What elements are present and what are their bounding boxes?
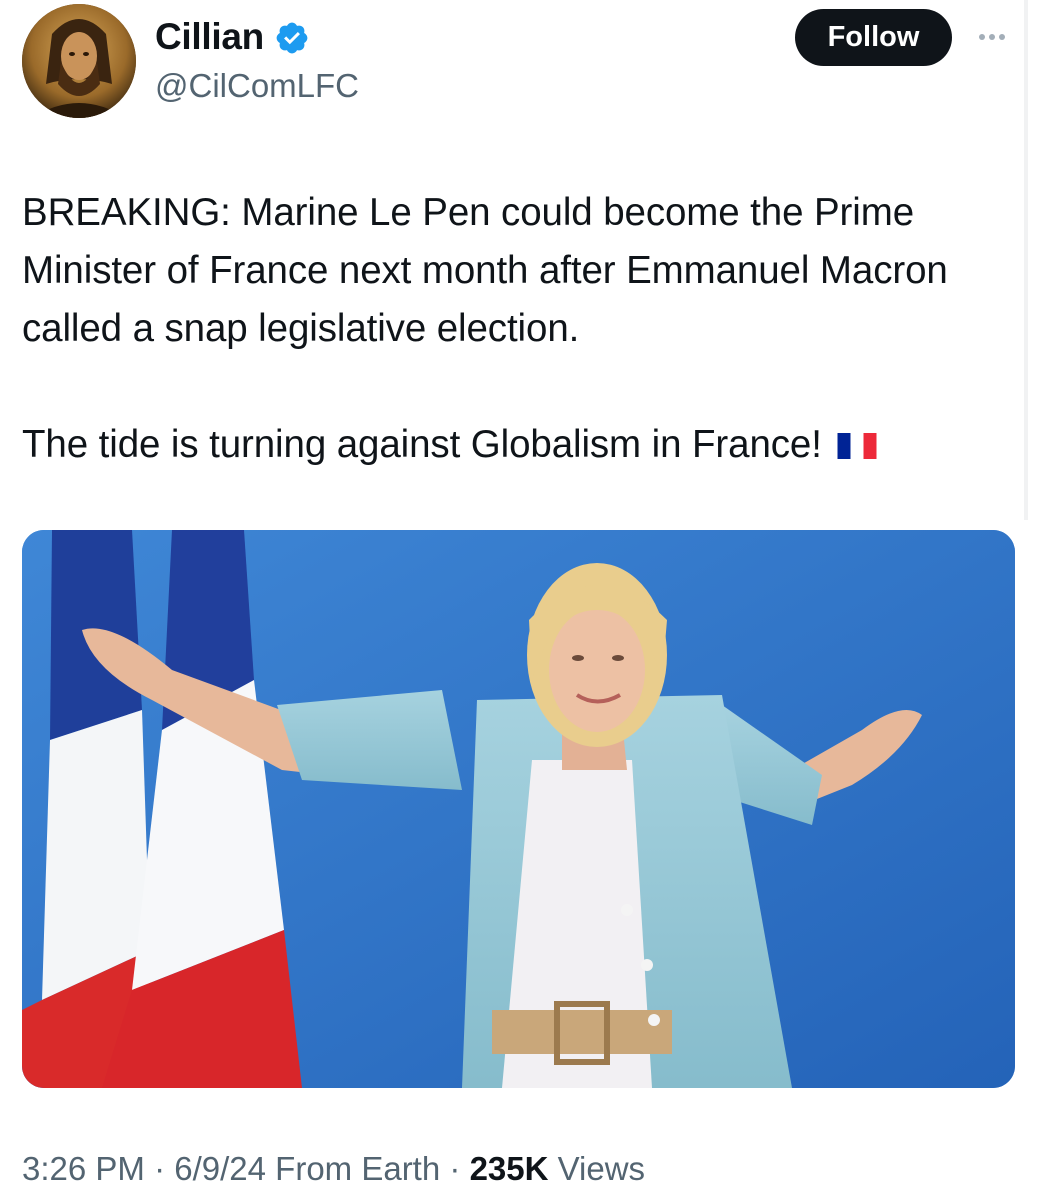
- avatar[interactable]: [22, 4, 136, 118]
- tweet-date[interactable]: 6/9/24: [174, 1150, 266, 1187]
- tweet-paragraph: BREAKING: Marine Le Pen could become the…: [22, 191, 948, 350]
- views-label: Views: [557, 1150, 646, 1187]
- scrollbar-track[interactable]: [1024, 0, 1028, 520]
- display-name[interactable]: Cillian: [155, 12, 310, 62]
- follow-button[interactable]: Follow: [795, 9, 952, 66]
- verified-badge-icon: [276, 22, 308, 54]
- views-count[interactable]: 235K: [470, 1150, 549, 1187]
- portrait-icon: [22, 4, 136, 118]
- tweet-paragraph-text: The tide is turning against Globalism in…: [22, 423, 822, 466]
- photo-image: [22, 530, 1015, 1088]
- dot: [989, 34, 995, 40]
- tweet-time[interactable]: 3:26 PM: [22, 1150, 145, 1187]
- meta-separator: ·: [449, 1150, 461, 1187]
- tweet-paragraph: The tide is turning against Globalism in…: [22, 416, 1022, 474]
- dot: [999, 34, 1005, 40]
- more-horizontal-icon[interactable]: [970, 22, 1014, 52]
- dot: [979, 34, 985, 40]
- flag-france-icon: [834, 433, 880, 459]
- meta-separator: ·: [154, 1150, 166, 1187]
- tweet-source: From Earth: [275, 1150, 441, 1187]
- tweet-text: BREAKING: Marine Le Pen could become the…: [22, 184, 1022, 474]
- handle[interactable]: @CilComLFC: [155, 64, 359, 108]
- tweet-photo[interactable]: [22, 530, 1015, 1088]
- tweet-meta: 3:26 PM · 6/9/24 From Earth · 235K Views: [22, 1146, 645, 1192]
- display-name-text[interactable]: Cillian: [155, 12, 264, 62]
